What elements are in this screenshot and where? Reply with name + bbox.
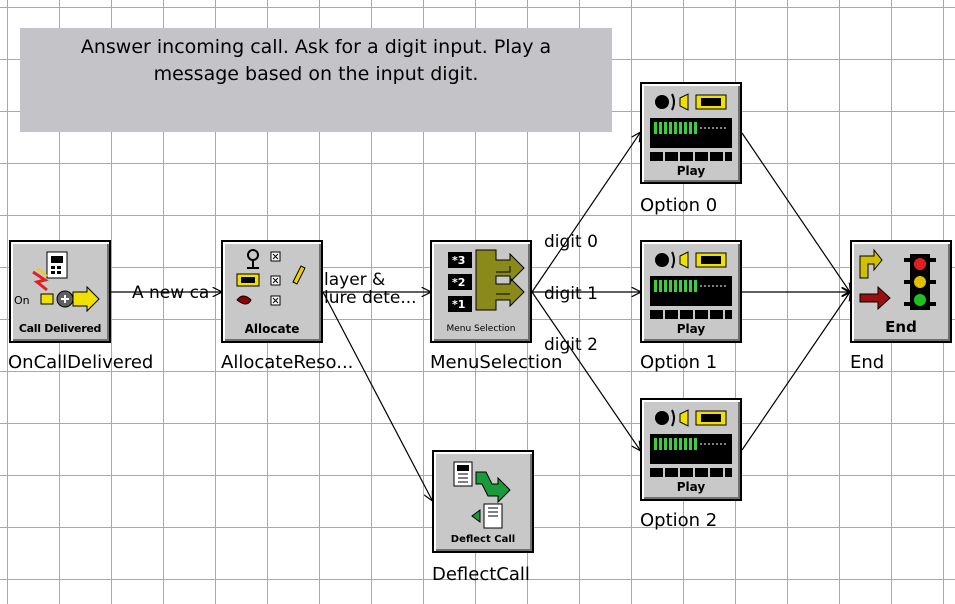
node-caption: Deflect Call [450, 534, 516, 545]
node-menu-selection[interactable]: *3 *2 *1 Menu Selection [430, 240, 532, 343]
node-caption: Call Delivered [18, 322, 102, 335]
node-end[interactable]: End [850, 240, 952, 343]
edge-allocate-to-deflect[interactable] [322, 291, 432, 500]
node-name-menu-selection: MenuSelection [430, 352, 563, 373]
node-caption-top: On [14, 294, 30, 307]
workflow-canvas[interactable]: Answer incoming call. Ask for a digit in… [0, 0, 955, 604]
node-caption: End [885, 318, 917, 336]
node-name-option0: Option 0 [640, 195, 718, 216]
node-name-allocate: AllocateReso... [221, 352, 354, 373]
edge-digit0[interactable] [531, 133, 640, 293]
menu-key-3: *3 [452, 254, 466, 267]
edge-option0-to-end[interactable] [741, 132, 850, 292]
node-option0[interactable]: Play [640, 82, 742, 184]
edge-label-digit1: digit 1 [544, 284, 598, 304]
node-caption: Menu Selection [446, 324, 516, 334]
menu-key-2: *2 [452, 276, 466, 289]
node-caption: Play [676, 480, 706, 494]
node-caption: Play [676, 164, 706, 178]
node-name-on-call-delivered: OnCallDelivered [8, 352, 154, 373]
edge-label-failure: lure dete... [324, 288, 417, 308]
node-caption: Allocate [244, 322, 300, 336]
node-name-option1: Option 1 [640, 352, 718, 373]
edge-label-digit0: digit 0 [544, 232, 598, 252]
node-option1[interactable]: Play [640, 240, 742, 343]
node-name-deflect-call: DeflectCall [432, 564, 530, 585]
menu-key-1: *1 [452, 298, 466, 311]
node-deflect-call[interactable]: Deflect Call [432, 450, 534, 553]
edge-label-layer: layer & [324, 270, 386, 290]
node-name-end: End [850, 352, 885, 373]
node-caption: Play [676, 322, 706, 336]
node-on-call-delivered[interactable]: On Call Delivered [9, 240, 111, 343]
edge-option2-to-end[interactable] [741, 292, 850, 451]
edge-label-new-call: A new ca [132, 283, 210, 303]
node-name-option2: Option 2 [640, 510, 718, 531]
node-allocate[interactable]: Allocate [221, 240, 323, 343]
node-option2[interactable]: Play [640, 398, 742, 501]
